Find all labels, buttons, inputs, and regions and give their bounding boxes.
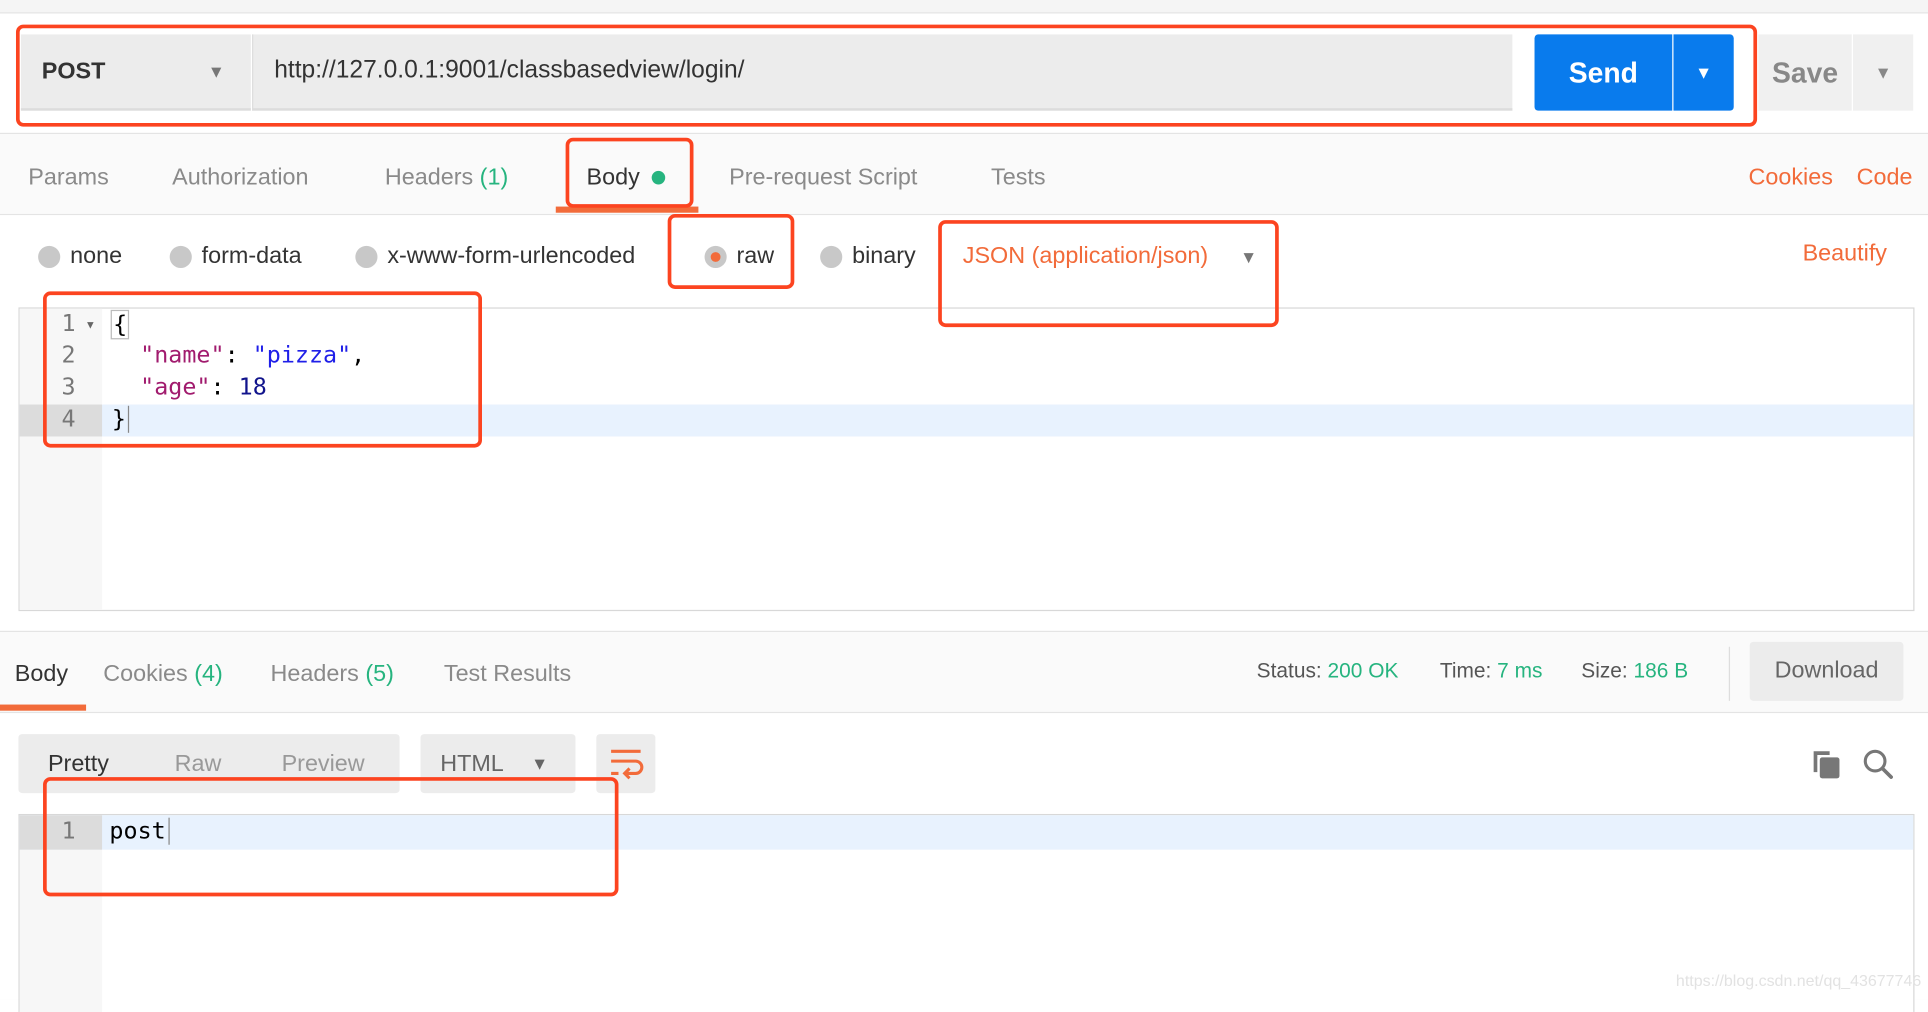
response-tab-body[interactable]: Body [15,662,68,689]
size-readout: Size: 186 B [1581,659,1689,683]
chevron-down-icon: ▼ [531,753,549,774]
tab-tests[interactable]: Tests [991,165,1046,192]
radio-none[interactable]: none [38,243,122,270]
tab-pre-request-script[interactable]: Pre-request Script [729,165,917,192]
fold-arrow-icon[interactable]: ▼ [85,318,96,330]
content-type-select[interactable]: JSON (application/json) ▼ [963,243,1257,270]
format-select[interactable]: HTML ▼ [420,734,576,794]
radio-raw[interactable]: raw [704,243,775,270]
radio-label: form-data [201,243,302,270]
code-line: "name": "pizza", [140,341,366,369]
line-number: 3 [61,373,76,401]
line-number: 2 [61,341,76,369]
cookies-link[interactable]: Cookies [1748,165,1832,192]
radio-icon [355,245,378,269]
request-body-editor[interactable]: 1 ▼ 2 3 4 { "name": "pizza", "age": 18 } [18,307,1915,612]
active-line-highlight [19,815,1914,850]
chevron-down-icon: ▼ [1240,247,1258,267]
content-type-value: JSON (application/json) [962,243,1209,270]
time-readout: Time: 7 ms [1439,659,1543,683]
tab-headers[interactable]: Headers (1) [385,165,508,192]
response-tab-test-results[interactable]: Test Results [444,662,571,689]
view-preview[interactable]: Preview [282,751,365,778]
response-line: post [109,817,170,845]
code-link[interactable]: Code [1857,165,1913,192]
active-tab-underline [0,704,87,711]
watermark: https://blog.csdn.net/qq_43677746 [1675,971,1922,990]
view-raw[interactable]: Raw [175,751,222,778]
code-line: { [110,309,130,340]
wrap-lines-button[interactable] [596,734,656,794]
top-bar [0,0,1928,14]
line-number: 1 [61,817,76,845]
save-button[interactable]: Save [1758,34,1852,111]
radio-label: binary [852,243,916,270]
radio-icon [820,245,843,269]
copy-icon[interactable] [1810,748,1844,782]
response-tab-cookies[interactable]: Cookies (4) [103,662,222,689]
line-number: 1 [61,309,76,337]
radio-binary[interactable]: binary [820,243,916,270]
url-input[interactable]: http://127.0.0.1:9001/classbasedview/log… [252,34,1513,111]
tab-body[interactable]: Body [587,165,665,192]
chevron-down-icon: ▼ [1874,62,1892,83]
body-indicator-dot [651,170,665,185]
status-readout: Status: 200 OK [1256,659,1399,683]
line-number: 4 [61,405,76,433]
tab-label: Headers [384,164,474,191]
active-tab-underline [555,206,699,213]
method-value: POST [41,59,106,85]
send-options-button[interactable]: ▼ [1673,34,1734,111]
radio-form-data[interactable]: form-data [169,243,302,270]
radio-label: none [70,243,123,270]
response-tab-headers[interactable]: Headers (5) [271,662,394,689]
search-icon[interactable] [1860,746,1897,783]
code-line: "age": 18 [140,373,267,401]
radio-icon [169,245,192,269]
radio-label: x-www-form-urlencoded [387,243,636,270]
send-button[interactable]: Send [1534,34,1673,111]
chevron-down-icon: ▼ [1695,62,1713,83]
headers-count: (1) [479,164,509,191]
radio-label: raw [736,243,775,270]
url-value: http://127.0.0.1:9001/classbasedview/log… [274,56,745,84]
tab-authorization[interactable]: Authorization [172,165,308,192]
save-options-button[interactable]: ▼ [1852,34,1914,111]
method-select[interactable]: POST ▼ [20,34,251,111]
beautify-link[interactable]: Beautify [1803,241,1887,268]
radio-x-www-form-urlencoded[interactable]: x-www-form-urlencoded [355,243,635,270]
response-body-viewer[interactable]: 1 post [18,813,1915,1012]
download-button[interactable]: Download [1749,641,1904,701]
postman-window: POST ▼ http://127.0.0.1:9001/classbasedv… [0,0,1928,1012]
radio-selected-icon [704,245,727,269]
tab-params[interactable]: Params [28,165,108,192]
code-line: } [112,405,130,433]
active-line-highlight [19,404,1914,437]
wrap-icon [611,749,644,780]
tab-label: Body [586,164,640,191]
view-pretty[interactable]: Pretty [48,751,109,778]
radio-icon [38,245,61,269]
divider [1728,646,1731,701]
chevron-down-icon: ▼ [207,61,225,82]
format-value: HTML [440,751,504,778]
